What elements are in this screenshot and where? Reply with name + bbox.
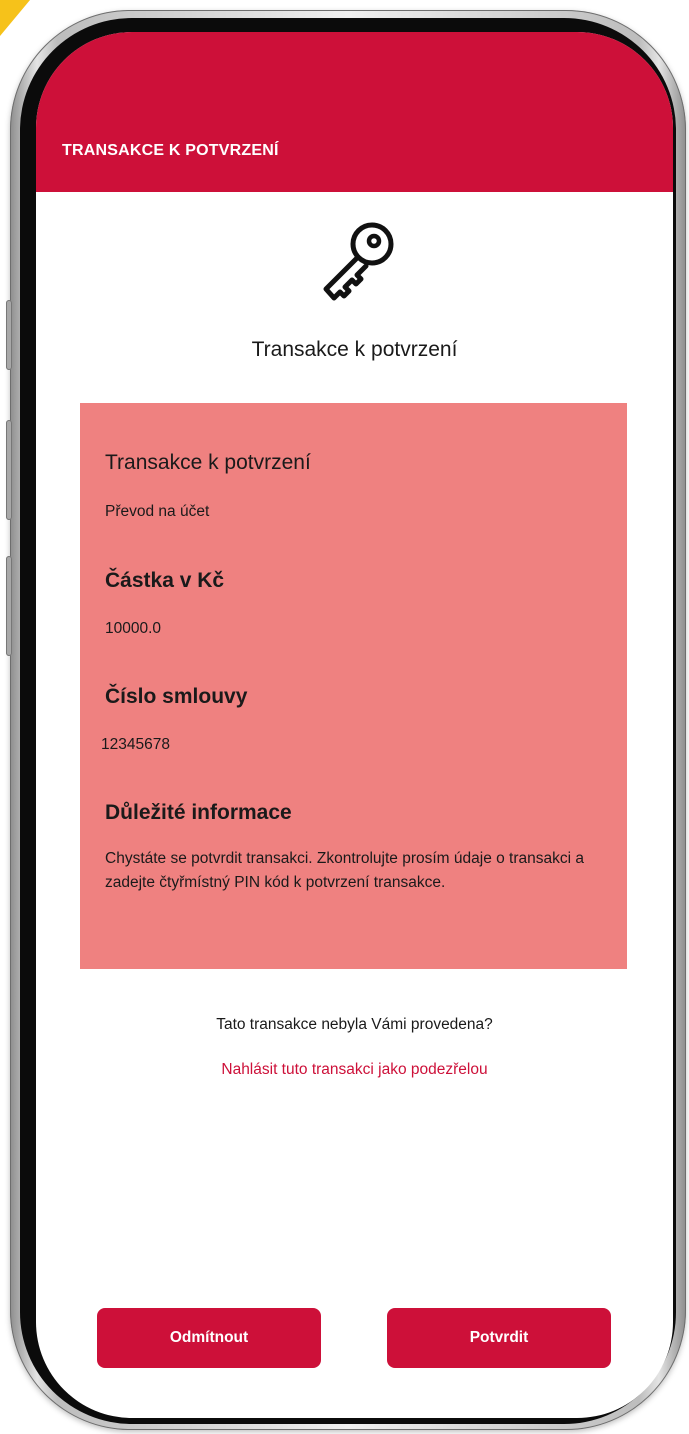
transaction-type-value: Převod na účet (105, 503, 210, 520)
important-info-text: Chystáte se potvrdit transakci. Zkontrol… (105, 850, 584, 891)
key-icon (323, 222, 394, 301)
report-suspicious-link[interactable]: Nahlásit tuto transakci jako podezřelou (36, 1061, 673, 1079)
contract-heading: Číslo smlouvy (105, 685, 248, 708)
important-info-heading: Důležité informace (105, 801, 292, 824)
reject-button[interactable]: Odmítnout (97, 1308, 321, 1368)
phone-side-button (6, 300, 12, 370)
main-title: Transakce k potvrzení (251, 338, 458, 361)
transaction-details-card: Transakce k potvrzení Převod na účet Čás… (80, 403, 627, 969)
header-title: TRANSAKCE K POTVRZENÍ (62, 142, 279, 159)
phone-volume-up-button (6, 420, 12, 520)
confirm-button[interactable]: Potvrdit (387, 1308, 611, 1368)
app-screen: TRANSAKCE K POTVRZENÍ Transakce k potvrz… (36, 32, 673, 1418)
corner-accent (0, 0, 30, 36)
contract-value: 12345678 (101, 736, 170, 753)
amount-value: 10000.0 (105, 620, 162, 637)
amount-heading: Částka v Kč (105, 569, 225, 592)
transaction-heading: Transakce k potvrzení (105, 451, 311, 474)
suspicious-question: Tato transakce nebyla Vámi provedena? (216, 1016, 493, 1033)
phone-volume-down-button (6, 556, 12, 656)
app-header: TRANSAKCE K POTVRZENÍ (36, 32, 673, 192)
